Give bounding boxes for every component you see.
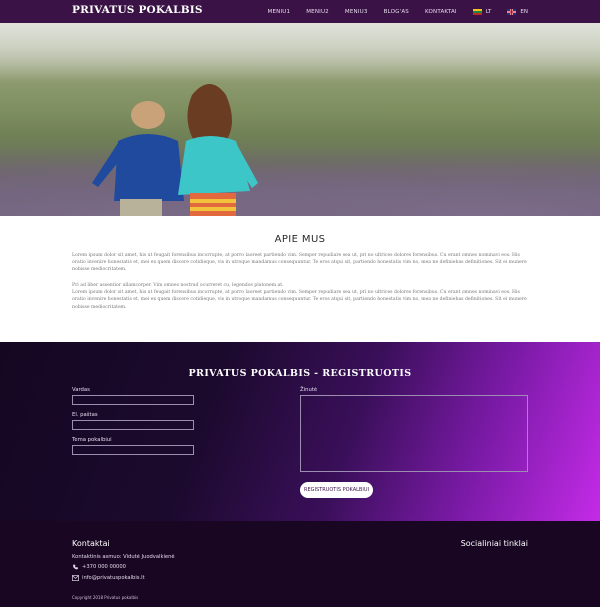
contact-email: info@privatuspokalbis.lt	[72, 575, 145, 581]
contact-person-text: Kontaktinis asmuo: Vidutė Juodvalkienė	[72, 554, 175, 560]
lang-label-lt: LT	[485, 8, 492, 15]
message-textarea[interactable]	[300, 395, 528, 472]
social-title: Socialiniai tinklai	[460, 539, 528, 548]
email-field[interactable]	[72, 420, 194, 430]
topic-label: Tema pokalbiui	[72, 437, 112, 443]
about-paragraph-1: Lorem ipsum dolor sit amet, his ut feuga…	[72, 253, 527, 273]
contact-phone: +370 000 00000	[72, 564, 126, 570]
contact-person: Kontaktinis asmuo: Vidutė Juodvalkienė	[72, 554, 175, 560]
uk-flag-icon	[507, 8, 517, 15]
phone-icon	[73, 564, 78, 570]
envelope-icon	[72, 575, 79, 581]
register-button[interactable]: REGISTRUOTIS POKALBIUI	[300, 482, 373, 498]
nav-item-meniu2[interactable]: MENIU2	[306, 9, 329, 15]
site-brand[interactable]: PRIVATUS POKALBIS	[72, 4, 203, 16]
topic-field[interactable]	[72, 445, 194, 455]
children-illustration	[92, 84, 258, 216]
lang-switch-en[interactable]: EN	[507, 8, 528, 15]
about-title: APIE MUS	[274, 234, 326, 245]
email-text[interactable]: info@privatuspokalbis.lt	[82, 575, 145, 581]
lang-label-en: EN	[520, 8, 528, 15]
main-nav: MENIU1 MENIU2 MENIU3 BLOG'AS KONTAKTAI L…	[252, 0, 528, 23]
nav-item-kontaktai[interactable]: KONTAKTAI	[425, 9, 457, 15]
about-paragraph-2: Pri ad liber assentior ullamcorper. Vim …	[72, 283, 527, 310]
nav-item-blog[interactable]: BLOG'AS	[384, 9, 409, 15]
lang-switch-lt[interactable]: LT	[472, 8, 492, 15]
phone-text[interactable]: +370 000 00000	[82, 564, 126, 570]
nav-item-meniu1[interactable]: MENIU1	[268, 9, 291, 15]
hero-image	[0, 23, 600, 216]
email-label: El. paštas	[72, 412, 98, 418]
contacts-title: Kontaktai	[72, 539, 110, 548]
message-label: Žinutė	[300, 387, 318, 393]
registration-section: PRIVATUS POKALBIS - REGISTRUOTIS Vardas …	[0, 342, 600, 521]
copyright: Copyright 2018 Privatus pokalbis	[72, 595, 139, 600]
name-label: Vardas	[72, 387, 90, 393]
site-footer: Kontaktai Socialiniai tinklai Kontaktini…	[0, 521, 600, 607]
about-section: APIE MUS Lorem ipsum dolor sit amet, his…	[0, 216, 600, 342]
top-navbar: PRIVATUS POKALBIS MENIU1 MENIU2 MENIU3 B…	[0, 0, 600, 23]
lithuania-flag-icon	[472, 8, 482, 15]
name-field[interactable]	[72, 395, 194, 405]
registration-title: PRIVATUS POKALBIS - REGISTRUOTIS	[188, 368, 412, 379]
nav-item-meniu3[interactable]: MENIU3	[345, 9, 368, 15]
